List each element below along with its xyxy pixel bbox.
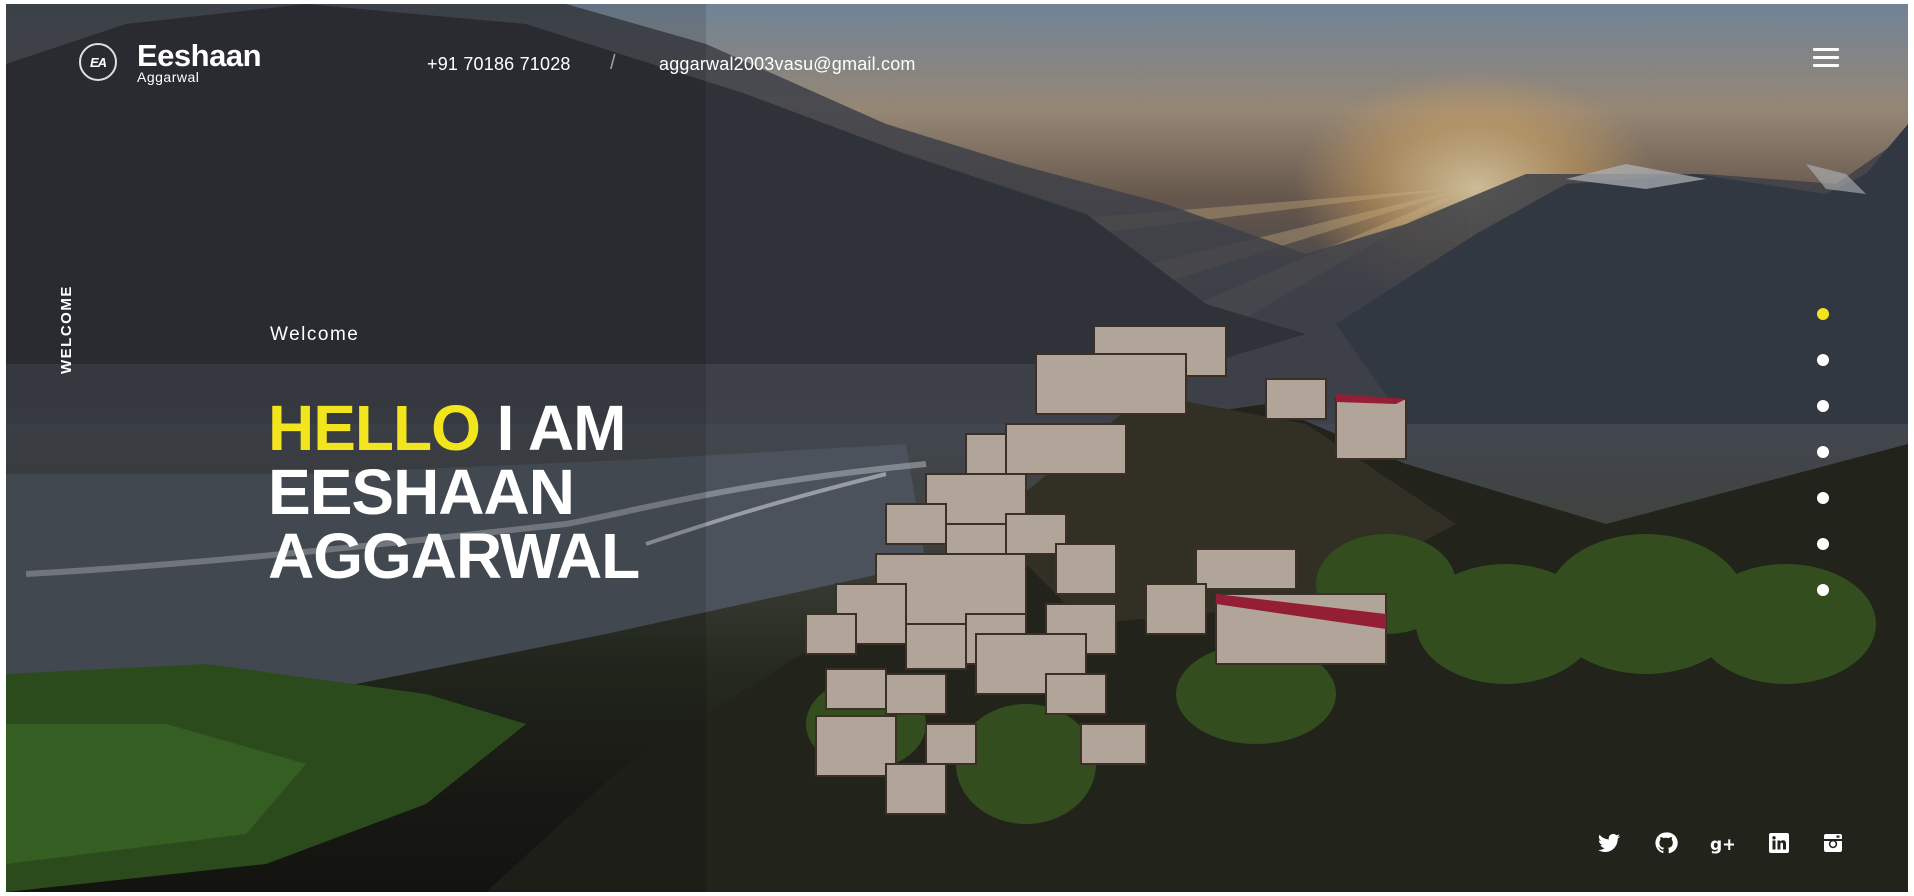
pagination-dot[interactable] xyxy=(1817,308,1829,320)
email-link[interactable]: aggarwal2003vasu@gmail.com xyxy=(659,54,916,75)
twitter-icon[interactable] xyxy=(1596,830,1622,856)
contact-separator: / xyxy=(610,52,616,74)
pagination-dot[interactable] xyxy=(1817,492,1829,504)
pagination-dot[interactable] xyxy=(1817,446,1829,458)
welcome-text: Welcome xyxy=(270,324,360,345)
hamburger-menu-icon[interactable] xyxy=(1813,48,1839,68)
pagination-dot[interactable] xyxy=(1817,354,1829,366)
hero-highlight: HELLO xyxy=(268,392,481,464)
logo-mark-icon: EA xyxy=(79,43,117,81)
pagination-dot[interactable] xyxy=(1817,584,1829,596)
linkedin-icon[interactable] xyxy=(1766,830,1792,856)
instagram-icon[interactable] xyxy=(1820,830,1846,856)
pagination-dot[interactable] xyxy=(1817,538,1829,550)
hero-heading: HELLO I AM EESHAAN AGGARWAL xyxy=(268,396,640,588)
github-icon[interactable] xyxy=(1653,830,1679,856)
pagination-dot[interactable] xyxy=(1817,400,1829,412)
hero-line1-rest: I AM xyxy=(479,392,627,464)
hero-line2: EESHAAN xyxy=(268,456,575,528)
site-logo[interactable]: EA Eeshaan Aggarwal xyxy=(79,38,262,84)
section-vertical-label: WELCOME xyxy=(58,285,75,374)
hero-line3: AGGARWAL xyxy=(268,520,640,592)
logo-name: Eeshaan xyxy=(137,38,262,73)
svg-text:g+: g+ xyxy=(1710,835,1734,855)
phone-link[interactable]: +91 70186 71028 xyxy=(427,54,571,75)
hero-background: EA Eeshaan Aggarwal +91 70186 71028 / ag… xyxy=(6,4,1908,892)
google-plus-icon[interactable]: g+ xyxy=(1709,830,1735,856)
